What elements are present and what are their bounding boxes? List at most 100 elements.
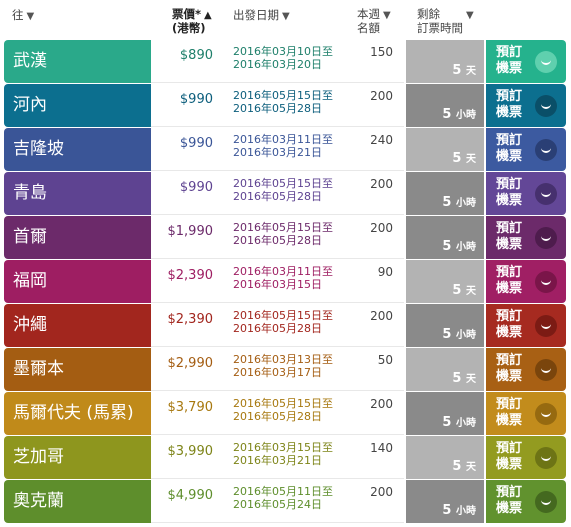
book-label: 預訂 機票 <box>496 89 522 121</box>
depart-end: 2016年05月28日 <box>233 102 322 115</box>
destination-name[interactable]: 青島 <box>4 172 151 215</box>
book-label: 預訂 機票 <box>496 177 522 209</box>
book-label: 預訂 機票 <box>496 485 522 517</box>
fare-row[interactable]: 武漢 $890 2016年03月10日至 2016年03月20日 150 5 天 … <box>0 40 571 83</box>
remaining-value: 5 <box>442 107 452 122</box>
book-ticket-button[interactable]: 預訂 機票 <box>486 392 566 435</box>
col-quota[interactable]: 本週 ▼ 名額 <box>357 8 391 35</box>
fare-row[interactable]: 福岡 $2,390 2016年03月11日至 2016年03月15日 90 5 天… <box>0 260 571 303</box>
destination-name[interactable]: 河內 <box>4 84 151 127</box>
smile-icon <box>535 447 557 469</box>
book-label-line2: 機票 <box>496 413 523 428</box>
remaining-value: 5 <box>452 283 462 298</box>
sort-down-icon: ▼ <box>26 11 35 22</box>
book-label: 預訂 機票 <box>496 133 522 165</box>
destination-name[interactable]: 福岡 <box>4 260 151 303</box>
book-ticket-button[interactable]: 預訂 機票 <box>486 172 566 215</box>
col-depart[interactable]: 出發日期 ▼ <box>233 9 290 23</box>
fare-row[interactable]: 首爾 $1,990 2016年05月15日至 2016年05月28日 200 5 … <box>0 216 571 259</box>
book-label-line2: 機票 <box>496 193 523 208</box>
book-label-line1: 預訂 <box>496 441 523 456</box>
destination-name[interactable]: 吉隆坡 <box>4 128 151 171</box>
col-depart-label: 出發日期 <box>233 8 279 22</box>
depart-end: 2016年05月28日 <box>233 322 322 335</box>
fare-row[interactable]: 吉隆坡 $990 2016年03月11日至 2016年03月21日 240 5 天… <box>0 128 571 171</box>
remaining-unit: 天 <box>466 154 476 165</box>
book-label-line1: 預訂 <box>496 89 523 104</box>
book-label: 預訂 機票 <box>496 353 522 385</box>
depart-start: 2016年03月11日至 <box>233 265 333 278</box>
remaining-unit: 天 <box>466 374 476 385</box>
depart-start: 2016年05月15日至 <box>233 309 333 322</box>
remaining-unit: 天 <box>466 66 476 77</box>
fare-row[interactable]: 青島 $990 2016年05月15日至 2016年05月28日 200 5 小時… <box>0 172 571 215</box>
smile-icon <box>535 51 557 73</box>
book-ticket-button[interactable]: 預訂 機票 <box>486 480 566 523</box>
fare-row[interactable]: 奧克蘭 $4,990 2016年05月11日至 2016年05月24日 200 5… <box>0 480 571 523</box>
col-destination-label: 往 <box>12 8 24 22</box>
book-label-line2: 機票 <box>496 61 523 76</box>
fare-price: $990 <box>179 136 213 151</box>
destination-name[interactable]: 沖繩 <box>4 304 151 347</box>
book-label: 預訂 機票 <box>496 265 522 297</box>
col-destination[interactable]: 往 ▼ <box>12 9 34 23</box>
smile-icon <box>535 95 557 117</box>
depart-end: 2016年03月17日 <box>233 366 322 379</box>
book-label-line2: 機票 <box>496 105 523 120</box>
book-label-line1: 預訂 <box>496 397 523 412</box>
depart-dates: 2016年03月15日至 2016年03月21日 <box>233 441 333 467</box>
time-remaining: 5 小時 <box>406 392 484 435</box>
book-label-line1: 預訂 <box>496 221 523 236</box>
book-ticket-button[interactable]: 預訂 機票 <box>486 216 566 259</box>
depart-dates: 2016年03月13日至 2016年03月17日 <box>233 353 333 379</box>
book-label: 預訂 機票 <box>496 309 522 341</box>
remaining-unit: 小時 <box>456 110 476 121</box>
destination-name[interactable]: 武漢 <box>4 40 151 83</box>
book-ticket-button[interactable]: 預訂 機票 <box>486 348 566 391</box>
time-remaining: 5 小時 <box>406 304 484 347</box>
book-ticket-button[interactable]: 預訂 機票 <box>486 128 566 171</box>
weekly-quota: 200 <box>370 309 393 323</box>
remaining-value: 5 <box>452 371 462 386</box>
fare-row[interactable]: 芝加哥 $3,990 2016年03月15日至 2016年03月21日 140 5… <box>0 436 571 479</box>
book-ticket-button[interactable]: 預訂 機票 <box>486 304 566 347</box>
depart-dates: 2016年05月11日至 2016年05月24日 <box>233 485 333 511</box>
depart-start: 2016年05月11日至 <box>233 485 333 498</box>
fare-row[interactable]: 墨爾本 $2,990 2016年03月13日至 2016年03月17日 50 5 … <box>0 348 571 391</box>
weekly-quota: 200 <box>370 177 393 191</box>
book-label-line2: 機票 <box>496 501 523 516</box>
smile-icon <box>535 183 557 205</box>
col-price[interactable]: 票價* ▲ (港幣) <box>172 8 212 35</box>
depart-dates: 2016年05月15日至 2016年05月28日 <box>233 177 333 203</box>
depart-end: 2016年03月20日 <box>233 58 322 71</box>
depart-dates: 2016年05月15日至 2016年05月28日 <box>233 89 333 115</box>
remaining-unit: 天 <box>466 286 476 297</box>
remaining-value: 5 <box>442 239 452 254</box>
depart-dates: 2016年05月15日至 2016年05月28日 <box>233 397 333 423</box>
depart-dates: 2016年03月11日至 2016年03月15日 <box>233 265 333 291</box>
weekly-quota: 240 <box>370 133 393 147</box>
weekly-quota: 200 <box>370 221 393 235</box>
fare-row[interactable]: 河內 $990 2016年05月15日至 2016年05月28日 200 5 小時… <box>0 84 571 127</box>
book-ticket-button[interactable]: 預訂 機票 <box>486 436 566 479</box>
remaining-value: 5 <box>452 459 462 474</box>
col-remain[interactable]: 剩餘 ▼ 訂票時間 <box>417 8 474 35</box>
destination-name[interactable]: 芝加哥 <box>4 436 151 479</box>
book-label-line2: 機票 <box>496 325 523 340</box>
destination-name[interactable]: 墨爾本 <box>4 348 151 391</box>
destination-name[interactable]: 首爾 <box>4 216 151 259</box>
fare-row[interactable]: 馬爾代夫 (馬累) $3,790 2016年05月15日至 2016年05月28日… <box>0 392 571 435</box>
remaining-unit: 小時 <box>456 506 476 517</box>
col-price-label: 票價* <box>172 7 202 21</box>
fare-row[interactable]: 沖繩 $2,390 2016年05月15日至 2016年05月28日 200 5 … <box>0 304 571 347</box>
depart-start: 2016年05月15日至 <box>233 89 333 102</box>
book-ticket-button[interactable]: 預訂 機票 <box>486 84 566 127</box>
weekly-quota: 200 <box>370 397 393 411</box>
book-label: 預訂 機票 <box>496 221 522 253</box>
time-remaining: 5 天 <box>406 436 484 479</box>
destination-name[interactable]: 奧克蘭 <box>4 480 151 523</box>
destination-name[interactable]: 馬爾代夫 (馬累) <box>4 392 151 435</box>
remaining-value: 5 <box>442 195 452 210</box>
book-ticket-button[interactable]: 預訂 機票 <box>486 260 566 303</box>
book-ticket-button[interactable]: 預訂 機票 <box>486 40 566 83</box>
